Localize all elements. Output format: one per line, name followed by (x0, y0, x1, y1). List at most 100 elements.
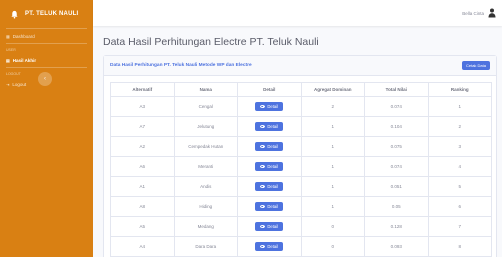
cell-total: 0.051 (364, 176, 429, 197)
cell-nama: Cengal (173, 96, 238, 117)
sidebar-item-dashboard[interactable]: ▦ Dashboard (0, 29, 93, 43)
print-button[interactable]: Cetak Data (461, 61, 490, 70)
sidebar: PT. TELUK NAULI ▦ Dashboard USER ▤ Hasil… (0, 0, 93, 257)
cell-ranking: 7 (427, 216, 492, 237)
cell-ranking: 5 (427, 176, 492, 197)
cell-alternatif: A2 (110, 136, 175, 157)
cell-agregat: 1 (300, 136, 365, 157)
cell-agregat: 2 (300, 96, 365, 117)
card-title: Data Hasil Perhitungan PT. Teluk Nauli M… (110, 63, 252, 68)
cell-detail: Detail (237, 156, 302, 177)
page-title: Data Hasil Perhitungan Electre PT. Teluk… (103, 36, 319, 48)
sidebar-divider (6, 43, 87, 44)
detail-button[interactable]: Detail (255, 242, 284, 251)
bell-icon (11, 10, 18, 19)
table-row: A8 Hiding Detail 1 0.05 6 (110, 196, 492, 217)
sidebar-item-label: Logout (12, 81, 27, 87)
detail-label: Detail (267, 184, 279, 189)
table-row: A3 Cengal Detail 2 0.074 1 (110, 96, 492, 117)
sidebar-item-label: Dashboard (12, 33, 35, 39)
cell-detail: Detail (237, 236, 302, 257)
detail-button[interactable]: Detail (255, 102, 284, 111)
sidebar-divider (6, 67, 87, 68)
cell-detail: Detail (237, 116, 302, 137)
cell-alternatif: A4 (110, 236, 175, 257)
detail-label: Detail (267, 204, 279, 209)
cell-total: 0.104 (364, 116, 429, 137)
cell-detail: Detail (237, 216, 302, 237)
cell-alternatif: A7 (110, 116, 175, 137)
column-header-alternatif: Alternatif (110, 82, 175, 97)
cell-alternatif: A8 (110, 196, 175, 217)
document-icon: ▤ (6, 57, 10, 63)
table-row: A4 Dara Dara Detail 0 0.093 8 (110, 236, 492, 257)
dashboard-icon: ▦ (6, 33, 10, 39)
brand[interactable]: PT. TELUK NAULI (0, 0, 93, 28)
cell-ranking: 6 (427, 196, 492, 217)
cell-agregat: 0 (300, 216, 365, 237)
sidebar-toggle-button[interactable]: ‹ (38, 72, 52, 86)
cell-agregat: 0 (300, 236, 365, 257)
detail-label: Detail (267, 144, 279, 149)
table-row: A7 Jelutung Detail 1 0.104 2 (110, 116, 492, 137)
cell-total: 0.074 (364, 156, 429, 177)
column-header-nama: Nama (173, 82, 238, 97)
cell-alternatif: A3 (110, 96, 175, 117)
logout-icon: ⇥ (6, 81, 10, 87)
cell-nama: Meranti (173, 156, 238, 177)
detail-button[interactable]: Detail (255, 202, 284, 211)
cell-agregat: 1 (300, 156, 365, 177)
cell-agregat: 1 (300, 116, 365, 137)
detail-label: Detail (267, 244, 279, 249)
cell-nama: Hiding (173, 196, 238, 217)
column-header-total: Total Nilai (364, 82, 429, 97)
table-row: A2 Cempedak Hutan Detail 1 0.075 3 (110, 136, 492, 157)
detail-button[interactable]: Detail (255, 222, 284, 231)
user-menu[interactable]: Bella Cinta (462, 8, 496, 18)
cell-agregat: 1 (300, 196, 365, 217)
card-header: Data Hasil Perhitungan PT. Teluk Nauli M… (104, 56, 496, 76)
cell-total: 0.128 (364, 216, 429, 237)
cell-nama: Medang (173, 216, 238, 237)
cell-detail: Detail (237, 136, 302, 157)
eye-icon (260, 105, 266, 108)
cell-detail: Detail (237, 96, 302, 117)
cell-ranking: 1 (427, 96, 492, 117)
eye-icon (260, 225, 266, 228)
detail-label: Detail (267, 224, 279, 229)
cell-detail: Detail (237, 196, 302, 217)
sidebar-item-label: Hasil Akhir (12, 57, 37, 63)
column-header-agregat: Agregat Dominan (300, 82, 365, 97)
eye-icon (260, 205, 266, 208)
cell-nama: Cempedak Hutan (173, 136, 238, 157)
detail-label: Detail (267, 124, 279, 129)
cell-total: 0.093 (364, 236, 429, 257)
cell-alternatif: A1 (110, 176, 175, 197)
table-row: A6 Meranti Detail 1 0.074 4 (110, 156, 492, 177)
cell-ranking: 8 (427, 236, 492, 257)
detail-label: Detail (267, 104, 279, 109)
user-icon (488, 8, 496, 18)
cell-total: 0.075 (364, 136, 429, 157)
cell-alternatif: A5 (110, 216, 175, 237)
detail-button[interactable]: Detail (255, 122, 284, 131)
eye-icon (260, 145, 266, 148)
eye-icon (260, 125, 266, 128)
results-card: Data Hasil Perhitungan PT. Teluk Nauli M… (103, 55, 497, 257)
cell-total: 0.074 (364, 96, 429, 117)
detail-button[interactable]: Detail (255, 182, 284, 191)
detail-button[interactable]: Detail (255, 142, 284, 151)
cell-ranking: 2 (427, 116, 492, 137)
column-header-ranking: Ranking (427, 82, 492, 97)
results-table: Alternatif Nama Detail Agregat Dominan T… (110, 82, 492, 257)
detail-button[interactable]: Detail (255, 162, 284, 171)
user-name: Bella Cinta (462, 10, 484, 16)
chevron-left-icon: ‹ (44, 76, 46, 82)
cell-detail: Detail (237, 176, 302, 197)
sidebar-item-hasil-akhir[interactable]: ▤ Hasil Akhir (0, 53, 93, 67)
eye-icon (260, 165, 266, 168)
eye-icon (260, 185, 266, 188)
brand-name: PT. TELUK NAULI (25, 11, 79, 17)
cell-nama: Jelutung (173, 116, 238, 137)
cell-ranking: 3 (427, 136, 492, 157)
